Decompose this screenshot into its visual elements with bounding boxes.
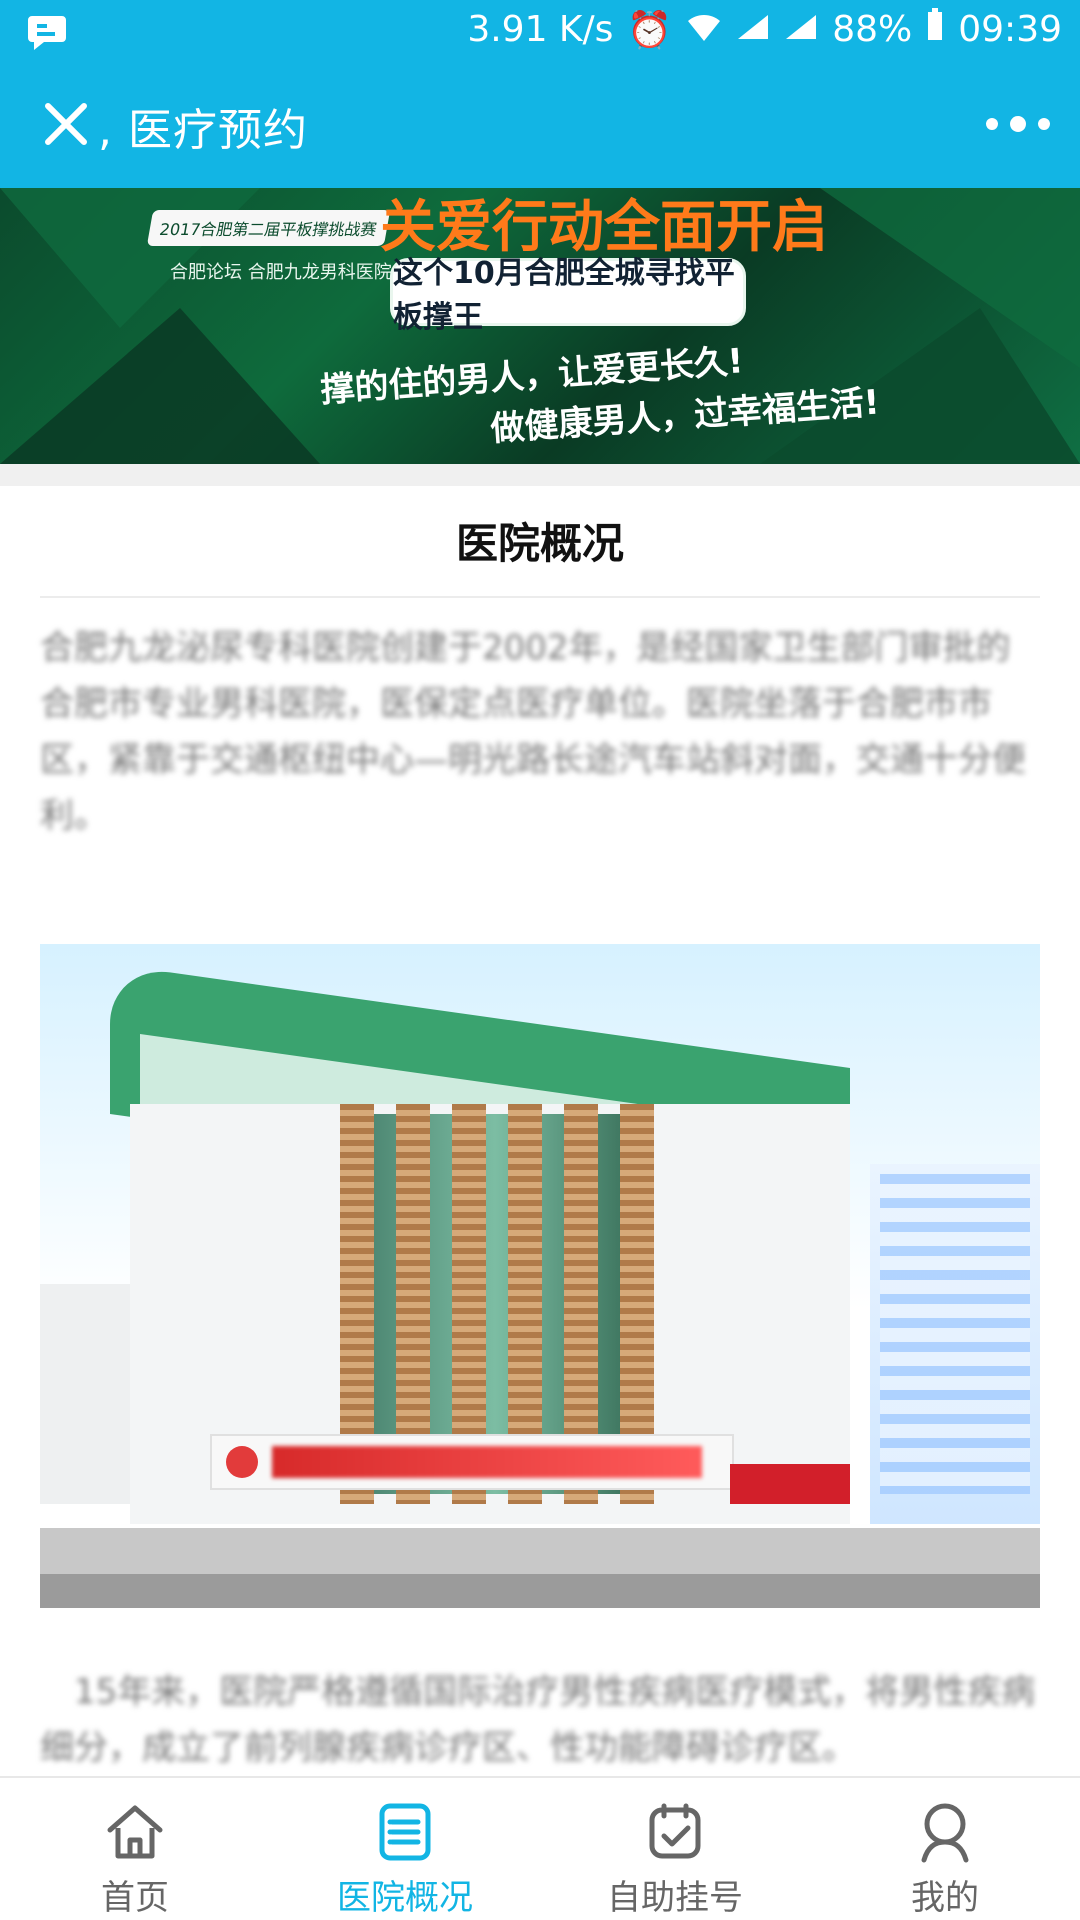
- nav-home-label: 首页: [101, 1878, 169, 1918]
- section-divider: [40, 596, 1040, 598]
- list-icon: [370, 1796, 440, 1866]
- signal-icon: [736, 9, 770, 50]
- page-title: , 医疗预约: [98, 105, 308, 156]
- road: [40, 1574, 1040, 1608]
- section-spacer: [0, 464, 1080, 486]
- app-bar: , 医疗预约: [0, 64, 1080, 188]
- close-icon[interactable]: [38, 96, 94, 152]
- status-right: 3.91 K/s ⏰ 88% 09:39: [467, 8, 1062, 51]
- event-badge: 2017合肥第二届平板撑挑战赛: [146, 210, 390, 246]
- building-main: [110, 964, 850, 1524]
- hospital-building-image: [40, 944, 1040, 1608]
- nav-self-registration[interactable]: 自助挂号: [540, 1778, 810, 1920]
- time: 09:39: [958, 9, 1062, 50]
- background-tower: [870, 1164, 1040, 1524]
- more-icon[interactable]: [986, 104, 1050, 144]
- calendar-check-icon: [640, 1796, 710, 1866]
- nav-hospital-overview[interactable]: 医院概况: [270, 1778, 540, 1920]
- intro-paragraph: 合肥九龙泌尿专科医院创建于2002年，是经国家卫生部门审批的合肥市专业男科医院，…: [40, 628, 1026, 836]
- user-icon: [910, 1796, 980, 1866]
- nav-me-label: 我的: [911, 1878, 979, 1918]
- hospital-sign: [210, 1434, 734, 1490]
- wifi-icon: [686, 9, 722, 50]
- nav-hospital-overview-label: 医院概况: [337, 1878, 473, 1918]
- banner-pill: 这个10月合肥全城寻找平板撑王: [390, 256, 746, 335]
- battery-text: 88%: [832, 9, 913, 50]
- alarm-icon: ⏰: [627, 9, 673, 51]
- nav-me[interactable]: 我的: [810, 1778, 1080, 1920]
- notification-icon: [26, 10, 70, 54]
- signal-icon: [784, 9, 818, 50]
- status-bar: 3.91 K/s ⏰ 88% 09:39: [0, 0, 1080, 64]
- battery-icon: [926, 8, 944, 51]
- home-icon: [100, 1796, 170, 1866]
- network-speed: 3.91 K/s: [467, 9, 614, 50]
- red-facade: [730, 1464, 850, 1504]
- promo-banner[interactable]: 2017合肥第二届平板撑挑战赛 合肥论坛 合肥九龙男科医院 关爱行动全面开启 这…: [0, 188, 1080, 464]
- bottom-navigation: 首页 医院概况 自助挂号 我的: [0, 1776, 1080, 1920]
- section-title: 医院概况: [455, 519, 624, 568]
- nav-self-registration-label: 自助挂号: [607, 1878, 743, 1918]
- history-paragraph: 15年来，医院严格遵循国际治疗男性疾病医疗模式，将男性疾病细分，成立了前列腺疾病…: [40, 1672, 1036, 1768]
- nav-home[interactable]: 首页: [0, 1778, 270, 1920]
- partner-logos: 合肥论坛 合肥九龙男科医院: [170, 262, 392, 283]
